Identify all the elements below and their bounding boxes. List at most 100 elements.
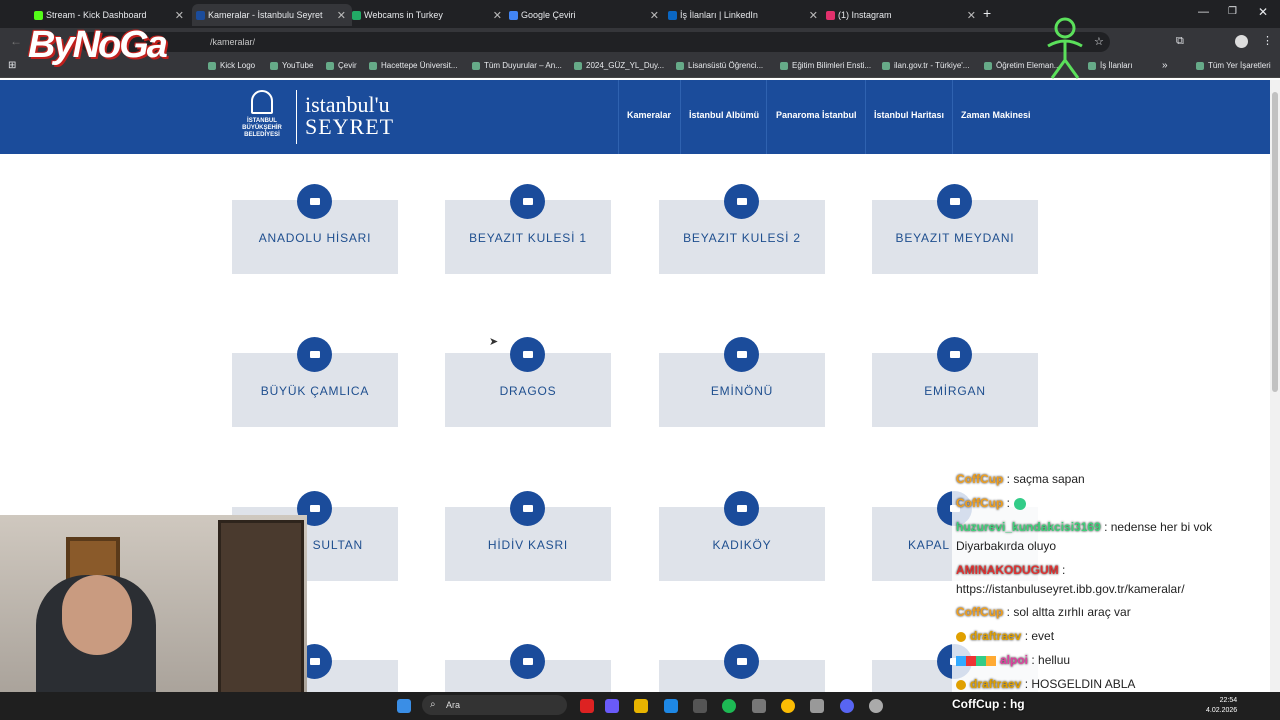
bookmark-cevir[interactable]: Çevir <box>326 61 357 70</box>
chat-message: AMINAKODUGUM : <box>956 563 1065 577</box>
spotify-icon[interactable] <box>722 699 736 713</box>
webcams-favicon <box>352 10 361 20</box>
new-tab-icon[interactable]: + <box>983 5 991 21</box>
address-bar[interactable]: /kameralar/ <box>80 32 1110 52</box>
bookmark-star-icon[interactable]: ☆ <box>1094 35 1104 48</box>
nav-istanbul-haritasi[interactable]: İstanbul Haritası <box>874 110 944 120</box>
emblem-icon <box>251 90 273 114</box>
profile-avatar[interactable] <box>1235 35 1248 48</box>
tab-instagram[interactable]: (1) Instagram ✕ <box>822 4 982 26</box>
kick-favicon <box>34 10 43 20</box>
bookmark-ilan-gov[interactable]: ilan.gov.tr - Türkiye'... <box>882 61 969 70</box>
tab-linkedin[interactable]: İş İlanları | LinkedIn ✕ <box>664 4 824 26</box>
nav-separator <box>618 80 619 154</box>
close-window-icon[interactable]: ✕ <box>1258 5 1268 19</box>
chat-text: : <box>1003 496 1010 510</box>
chat-text: : sol altta zırhlı araç var <box>1003 605 1131 619</box>
minimize-icon[interactable]: — <box>1198 6 1209 18</box>
file-explorer-icon[interactable] <box>634 699 648 713</box>
outlook-icon[interactable] <box>664 699 678 713</box>
nav-istanbul-albumu[interactable]: İstanbul Albümü <box>689 110 759 120</box>
camera-icon <box>937 184 972 219</box>
chat-message: CoffCup : sol altta zırhlı araç var <box>956 605 1131 619</box>
bookmark-all[interactable]: Tüm Yer İşaretleri <box>1196 61 1271 70</box>
camera-icon <box>297 337 332 372</box>
nav-panaroma[interactable]: Panaroma İstanbul <box>776 110 857 120</box>
copilot-icon[interactable] <box>605 699 619 713</box>
tab-google-ceviri[interactable]: Google Çeviri ✕ <box>505 4 665 26</box>
nav-separator <box>865 80 866 154</box>
menu-icon[interactable]: ⋮ <box>1262 34 1273 47</box>
store-icon[interactable] <box>693 699 707 713</box>
mouse-cursor-icon: ➤ <box>489 336 499 348</box>
tab-label: Google Çeviri <box>521 10 576 20</box>
chat-text: : <box>1058 563 1066 577</box>
close-tab-icon[interactable]: ✕ <box>967 9 976 22</box>
start-icon[interactable] <box>397 699 411 713</box>
back-icon[interactable]: ← <box>10 34 22 48</box>
stream-chat-overlay: CoffCup : saçma sapan CoffCup : huzurevi… <box>952 466 1270 692</box>
nav-zaman-makinesi[interactable]: Zaman Makinesi <box>961 110 1031 120</box>
camera-icon <box>510 184 545 219</box>
chat-message: huzurevi_kundakcisi3169 : nedense her bi… <box>956 520 1212 534</box>
camera-icon <box>937 337 972 372</box>
site-logo-text[interactable]: istanbul'u SEYRET <box>305 94 394 138</box>
close-tab-icon[interactable]: ✕ <box>337 9 346 22</box>
mascot-icon <box>1047 17 1083 79</box>
app-icon[interactable] <box>810 699 824 713</box>
bookmark-lisansustu[interactable]: Lisansüstü Öğrenci... <box>676 61 763 70</box>
chat-message: CoffCup : <box>956 496 1026 510</box>
maximize-icon[interactable]: ❐ <box>1228 6 1237 17</box>
discord-icon[interactable] <box>840 699 854 713</box>
emblem-text: İSTANBUL BÜYÜKŞEHİR BELEDİYESİ <box>242 118 282 138</box>
obs-icon[interactable] <box>752 699 766 713</box>
camera-icon <box>724 184 759 219</box>
more-bookmarks-icon[interactable]: » <box>1162 60 1168 71</box>
bookmark-egitim-bilimleri[interactable]: Eğitim Bilimleri Ensti... <box>780 61 871 70</box>
chat-latest-message: CoffCup : hg <box>952 697 1025 711</box>
close-tab-icon[interactable]: ✕ <box>809 9 818 22</box>
nav-separator <box>680 80 681 154</box>
logo-line-2: SEYRET <box>305 114 395 139</box>
taskbar-search[interactable]: ⌕ Ara <box>422 695 567 715</box>
bookmark-guz-yl[interactable]: 2024_GÜZ_YL_Duy... <box>574 61 664 70</box>
camera-icon <box>724 491 759 526</box>
badge-icon <box>956 655 996 666</box>
emote-icon <box>1014 497 1026 510</box>
close-tab-icon[interactable]: ✕ <box>493 9 502 22</box>
chat-username: draftraev <box>970 629 1022 643</box>
bookmark-hacettepe[interactable]: Hacettepe Üniversit... <box>369 61 457 70</box>
clock-date: 4.02.2026 <box>1206 707 1238 714</box>
bookmark-is-ilanlari[interactable]: İş İlanları <box>1088 61 1132 70</box>
app-icon[interactable] <box>580 699 594 713</box>
chat-message-continued: Diyarbakırda oluyo <box>956 539 1057 553</box>
settings-icon[interactable] <box>869 699 883 713</box>
bookmark-kick-logo[interactable]: Kick Logo <box>208 61 255 70</box>
streamer-webcam <box>0 515 307 698</box>
chrome-icon[interactable] <box>781 699 795 713</box>
search-icon: ⌕ <box>430 699 436 710</box>
taskbar-clock[interactable]: 22:54 4.02.2026 <box>1206 696 1237 716</box>
badge-icon <box>956 679 966 690</box>
chat-message: CoffCup : saçma sapan <box>956 472 1085 486</box>
scrollbar-thumb[interactable] <box>1272 92 1278 392</box>
extensions-icon[interactable]: ⧉ <box>1176 35 1184 48</box>
chat-username: huzurevi_kundakcisi3169 <box>956 520 1101 534</box>
browser-tab-bar: Stream - Kick Dashboard ✕ Kameralar - İst… <box>0 0 1280 28</box>
close-tab-icon[interactable]: ✕ <box>175 9 184 22</box>
tab-kick-dashboard[interactable]: Stream - Kick Dashboard ✕ <box>30 4 190 26</box>
camera-icon <box>510 337 545 372</box>
windows-taskbar <box>0 692 1280 720</box>
tab-istanbulu-seyret[interactable]: Kameralar - İstanbulu Seyret ✕ <box>192 4 352 26</box>
close-tab-icon[interactable]: ✕ <box>650 9 659 22</box>
stream-brand-logo: ByNoGa <box>28 24 168 66</box>
bookmark-youtube[interactable]: YouTube <box>270 61 313 70</box>
nav-kameralar[interactable]: Kameralar <box>627 110 671 120</box>
chat-username: CoffCup <box>956 472 1004 486</box>
ibb-logo[interactable]: İSTANBUL BÜYÜKŞEHİR BELEDİYESİ <box>236 90 288 144</box>
url-text: /kameralar/ <box>210 37 256 47</box>
tab-webcams-turkey[interactable]: Webcams in Turkey ✕ <box>348 4 508 26</box>
apps-icon[interactable]: ⊞ <box>8 60 16 71</box>
bookmarks-bar: ⊞ Kick Logo YouTube Çevir Hacettepe Üniv… <box>0 56 1280 78</box>
bookmark-duyurular[interactable]: Tüm Duyurular – An... <box>472 61 562 70</box>
